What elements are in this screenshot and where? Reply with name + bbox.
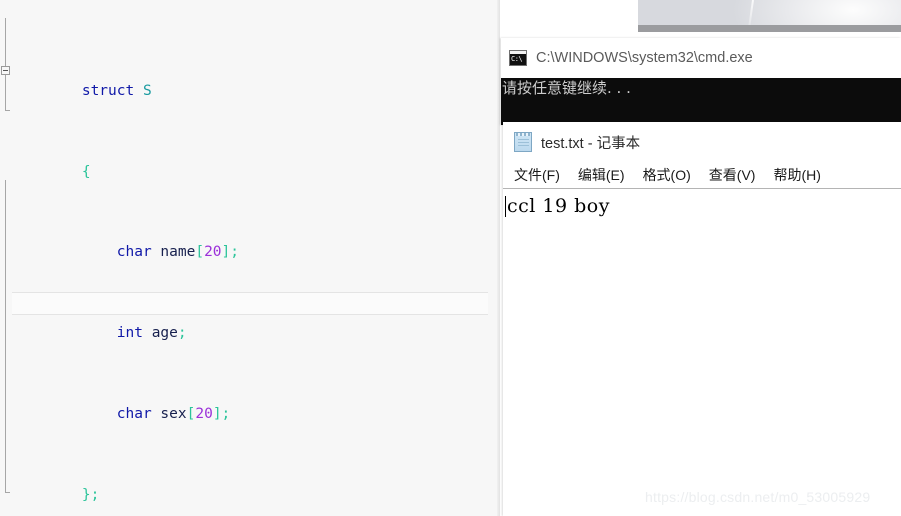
code-line[interactable]: char sex[20]; — [0, 384, 500, 422]
cmd-titlebar[interactable]: C:\WINDOWS\system32\cmd.exe — [501, 38, 901, 78]
menu-item-format[interactable]: 格式(O) — [643, 165, 691, 185]
notepad-window-title: test.txt - 记事本 — [541, 135, 641, 152]
notepad-text-area[interactable]: ccl 19 boy — [503, 189, 901, 516]
code-editor[interactable]: struct S { char name[20]; int age; char … — [0, 0, 500, 516]
fold-toggle-icon[interactable] — [1, 65, 10, 75]
wallpaper-shadow-band — [638, 25, 901, 32]
code-line[interactable]: { — [0, 141, 500, 180]
watermark: https://blog.csdn.net/m0_53005929 — [645, 489, 871, 505]
code-line[interactable]: int age; — [0, 303, 500, 341]
notepad-icon — [514, 132, 532, 152]
notepad-titlebar[interactable]: test.txt - 记事本 — [503, 122, 901, 162]
code-line[interactable]: }; — [0, 465, 500, 503]
menu-item-file[interactable]: 文件(F) — [514, 165, 560, 185]
cmd-console-icon — [509, 50, 527, 66]
notepad-content: ccl 19 boy — [507, 195, 610, 217]
code-line[interactable]: struct S — [0, 61, 500, 99]
code-text: struct S { char name[20]; int age; char … — [0, 0, 500, 516]
menu-item-view[interactable]: 查看(V) — [709, 165, 756, 185]
text-caret — [505, 196, 506, 217]
cmd-window[interactable]: C:\WINDOWS\system32\cmd.exe 请按任意键继续. . . — [501, 38, 901, 125]
cmd-window-title: C:\WINDOWS\system32\cmd.exe — [536, 50, 753, 66]
screenshot-root: struct S { char name[20]; int age; char … — [0, 0, 901, 516]
editor-right-edge — [497, 0, 500, 516]
notepad-window[interactable]: test.txt - 记事本 文件(F) 编辑(E) 格式(O) 查看(V) 帮… — [503, 122, 901, 516]
code-line[interactable]: char name[20]; — [0, 222, 500, 260]
menu-item-help[interactable]: 帮助(H) — [773, 165, 820, 185]
menu-item-edit[interactable]: 编辑(E) — [578, 165, 625, 185]
cmd-console-line: 请按任意键继续. . . — [502, 79, 631, 97]
notepad-menubar[interactable]: 文件(F) 编辑(E) 格式(O) 查看(V) 帮助(H) — [503, 162, 901, 189]
cmd-console-output[interactable]: 请按任意键继续. . . — [501, 78, 901, 125]
